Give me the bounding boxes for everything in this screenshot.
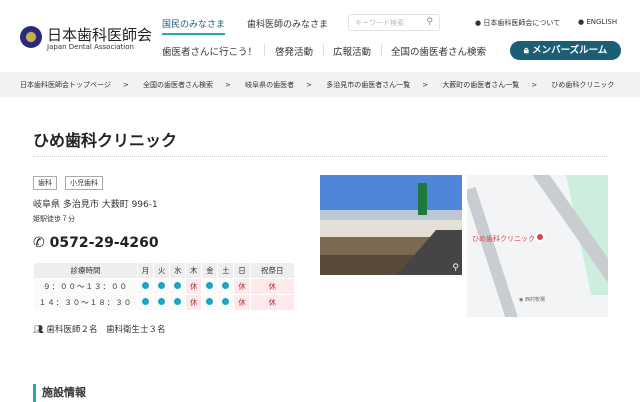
closed-cell: 休 — [249, 278, 296, 295]
hours-time: １４：３０〜１８：３０ — [33, 294, 138, 311]
road — [467, 186, 522, 317]
page-title: ひめ歯科クリニック — [33, 131, 178, 150]
hours-time: ９：００〜１３：００ — [33, 278, 138, 295]
breadcrumb-item[interactable]: 多治見市の歯医者さん一覧 — [326, 81, 410, 89]
open-dot — [153, 278, 171, 295]
hours-header: 水 — [169, 262, 187, 279]
about-label: 日本歯科医師会について — [483, 19, 561, 27]
search-placeholder: キーワード検索 — [355, 19, 404, 27]
map[interactable]: ひめ歯科クリニック ◉ 西村牧場 — [467, 175, 608, 317]
open-dot-icon — [222, 298, 230, 305]
closed-cell: 休 — [233, 294, 251, 311]
people-icon: 👥︎ — [33, 325, 44, 335]
tag-pediatric: 小児歯科 — [65, 176, 103, 190]
member-label: メンバーズルーム — [532, 45, 608, 56]
breadcrumb-item[interactable]: 全国の歯医者さん検索 — [143, 81, 213, 89]
breadcrumb: 日本歯科医師会トップページ > 全国の歯医者さん検索 > 岐阜県の歯医者 > 多治見市… — [0, 72, 640, 97]
open-dot — [217, 294, 235, 311]
hours-table: 診療時間月火水木金土日祝祭日 ９：００〜１３：００ 休休休 １４：３０〜１８：３０… — [33, 262, 296, 311]
section-heading: 施設情報 — [33, 384, 86, 402]
open-dot-icon — [174, 298, 182, 305]
nav-dentists[interactable]: 歯科医師のみなさま — [247, 17, 328, 30]
open-dot-icon — [158, 298, 166, 305]
search-icon[interactable]: ⚲ — [426, 17, 433, 27]
lock-icon: 🔒︎ — [523, 45, 529, 56]
divider — [264, 44, 265, 56]
access: 姫駅徒歩７分 — [33, 215, 75, 223]
map-poi-label: 西村牧場 — [524, 297, 545, 303]
breadcrumb-current: ひめ歯科クリニック — [551, 81, 615, 89]
tag-dentistry: 歯科 — [33, 176, 57, 190]
hours-header: 土 — [217, 262, 235, 279]
staff-info: 👥︎ 歯科医師２名 歯科衛生士３名 — [33, 323, 166, 335]
breadcrumb-item[interactable]: 日本歯科医師会トップページ — [20, 81, 111, 89]
open-dot-icon — [158, 282, 166, 289]
map-label: ひめ歯科クリニック — [472, 235, 535, 243]
zoom-icon[interactable]: ⚲ — [452, 263, 459, 273]
divider — [381, 44, 382, 56]
open-dot-icon — [206, 298, 214, 305]
closed-cell: 休 — [249, 294, 296, 311]
sign — [418, 183, 427, 215]
hours-header: 金 — [201, 262, 219, 279]
hours-header: 日 — [233, 262, 251, 279]
open-dot — [136, 294, 155, 311]
hours-header: 火 — [153, 262, 171, 279]
address: 岐阜県 多治見市 大薮町 996-1 — [33, 200, 158, 210]
search-input[interactable]: キーワード検索 ⚲ — [348, 14, 440, 31]
english-label: ENGLISH — [586, 18, 618, 26]
nav-visit-dentist[interactable]: 歯医者さんに行こう！ — [162, 44, 257, 58]
map-pin-icon[interactable] — [535, 232, 545, 242]
open-dot — [201, 294, 219, 311]
open-dot — [136, 278, 155, 295]
breadcrumb-item[interactable]: 大薮町の歯医者さん一覧 — [442, 81, 519, 89]
staff-text: 歯科医師２名 歯科衛生士３名 — [46, 325, 166, 335]
nav-citizens[interactable]: 国民のみなさま — [162, 17, 226, 35]
english-link[interactable]: ● ENGLISH — [578, 18, 617, 26]
divider — [33, 156, 607, 157]
open-dot-icon — [206, 282, 214, 289]
open-dot — [169, 278, 187, 295]
open-dot-icon — [142, 298, 150, 305]
open-dot-icon — [222, 282, 230, 289]
nav-dentist-search[interactable]: 全国の歯医者さん検索 — [391, 44, 486, 58]
open-dot-icon — [174, 282, 182, 289]
logo-emblem[interactable] — [20, 26, 42, 48]
closed-cell: 休 — [185, 294, 203, 311]
phone-icon: ✆ — [33, 235, 45, 251]
hours-header: 木 — [185, 262, 203, 279]
phone-number: 0572-29-4260 — [49, 235, 159, 251]
hours-header: 月 — [136, 262, 155, 279]
members-room-button[interactable]: 🔒︎ メンバーズルーム — [510, 41, 621, 60]
logo-text[interactable]: 日本歯科医師会 — [47, 24, 152, 45]
closed-cell: 休 — [233, 278, 251, 295]
open-dot-icon — [142, 282, 150, 289]
nav-pr[interactable]: 広報活動 — [333, 44, 371, 58]
hours-header: 診療時間 — [33, 262, 138, 279]
open-dot — [169, 294, 187, 311]
closed-cell: 休 — [185, 278, 203, 295]
logo-subtext: Japan Dental Association — [47, 43, 134, 51]
clinic-photo[interactable]: ⚲ — [320, 175, 462, 275]
map-poi: ◉ 西村牧場 — [519, 297, 545, 303]
hours-header: 祝祭日 — [249, 262, 296, 279]
open-dot — [201, 278, 219, 295]
divider — [323, 44, 324, 56]
open-dot — [153, 294, 171, 311]
nav-awareness[interactable]: 啓発活動 — [275, 44, 313, 58]
breadcrumb-item[interactable]: 岐阜県の歯医者 — [245, 81, 294, 89]
open-dot — [217, 278, 235, 295]
phone[interactable]: ✆ 0572-29-4260 — [33, 235, 159, 251]
about-link[interactable]: ● 日本歯科医師会について — [475, 18, 560, 28]
